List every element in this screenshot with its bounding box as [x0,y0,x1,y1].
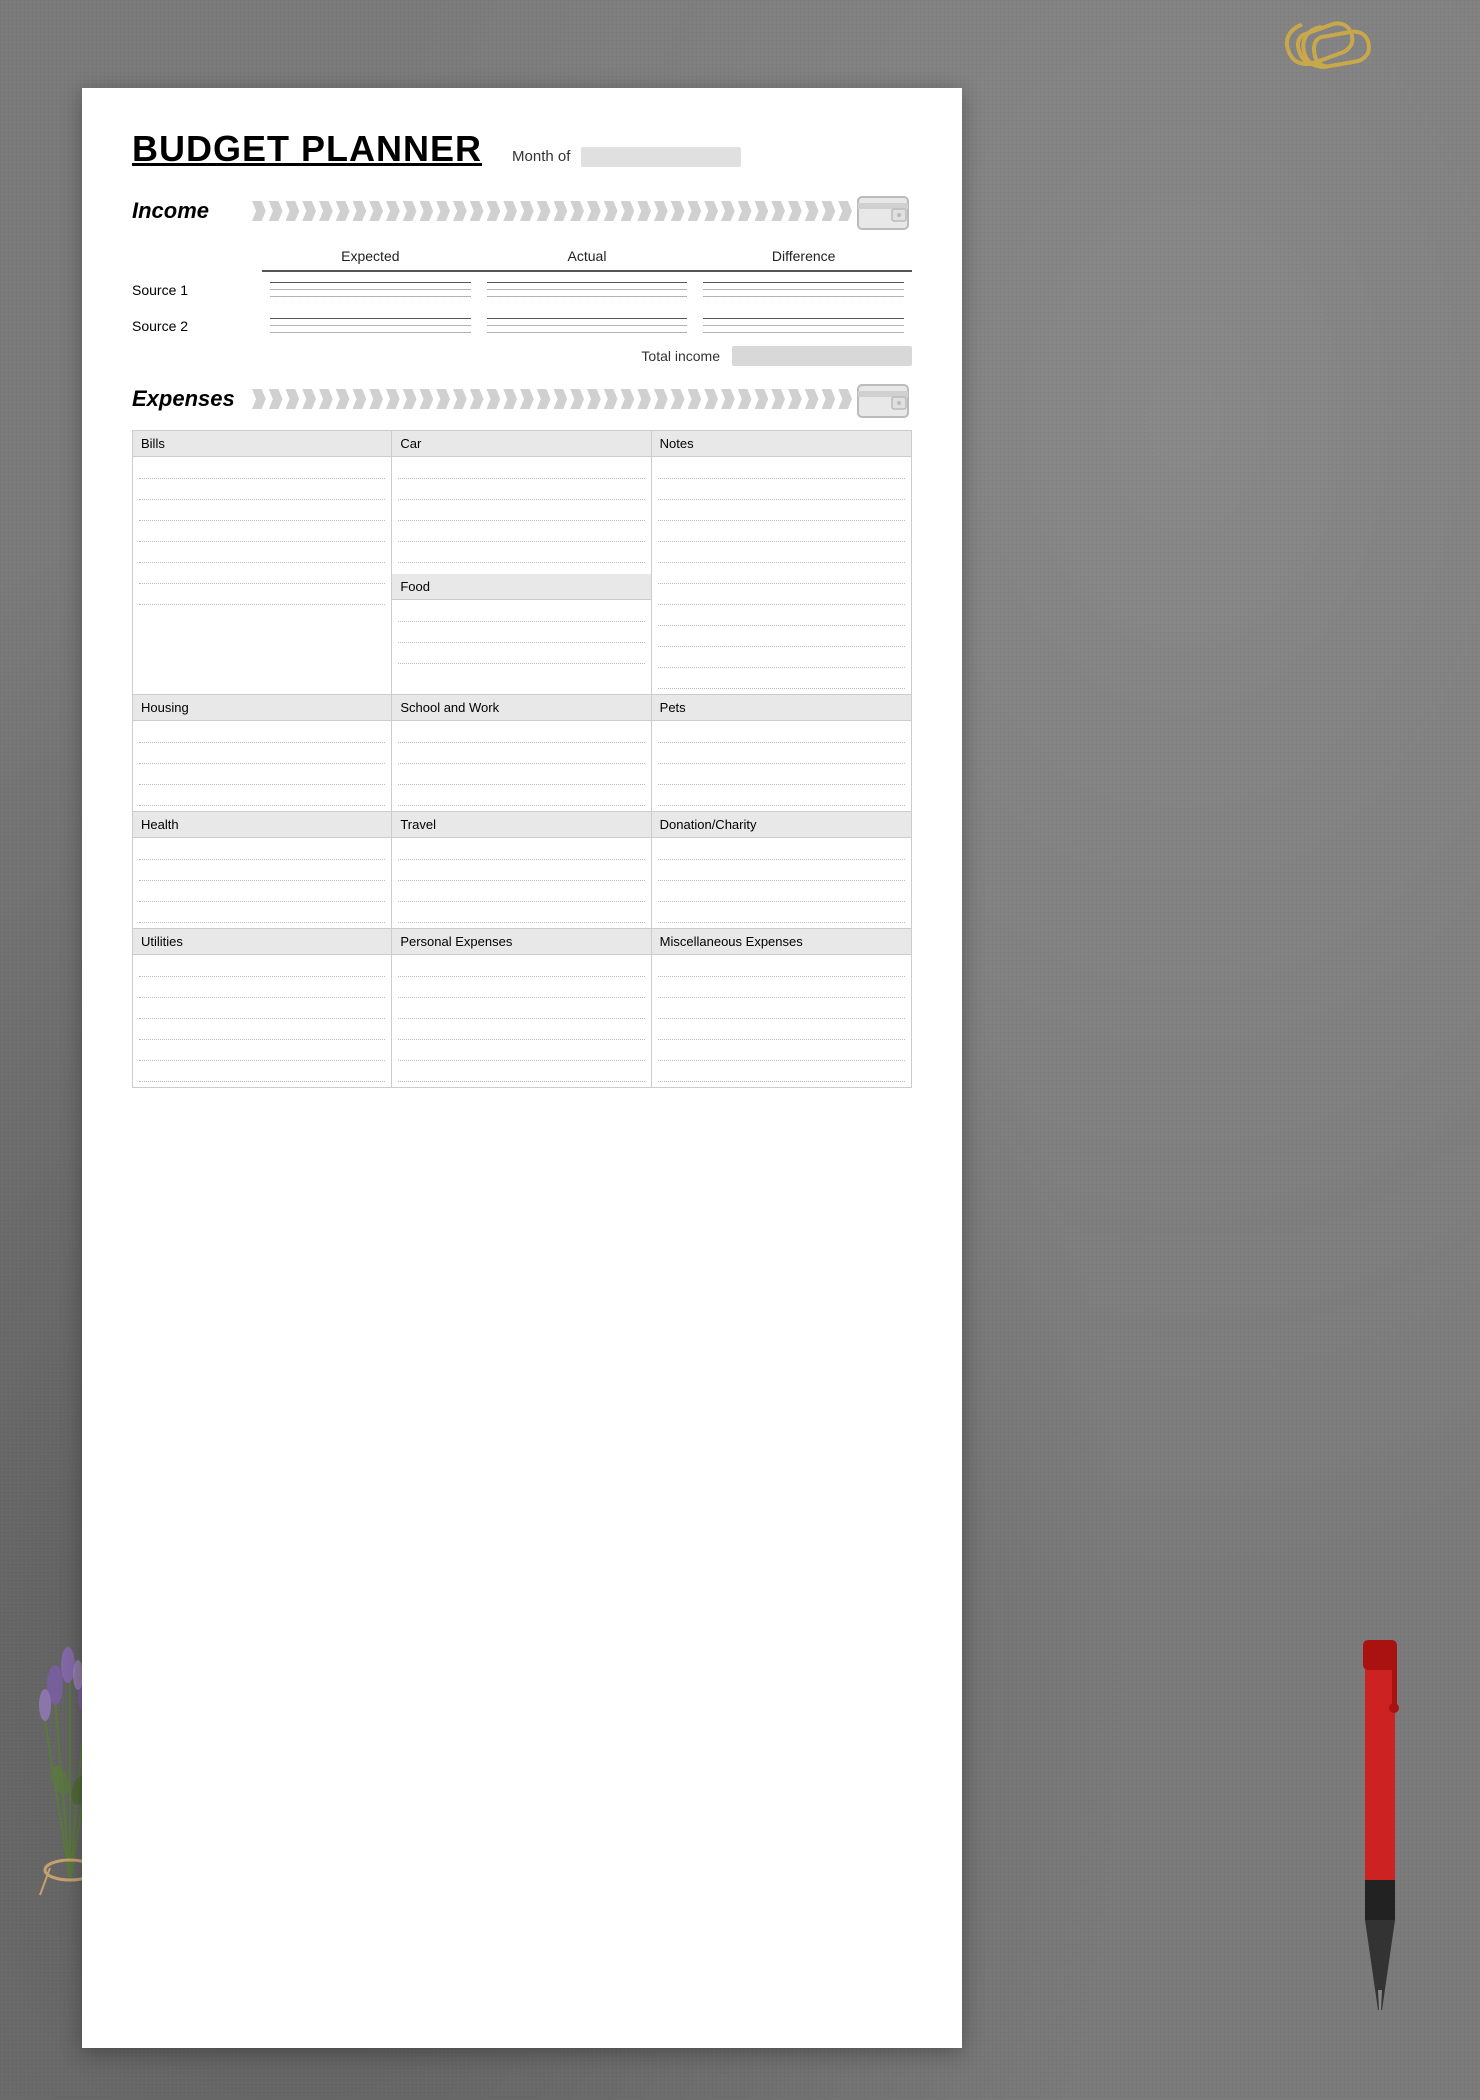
total-income-row: Total income [132,346,912,366]
personal-expenses-lines [392,955,650,1087]
total-income-label: Total income [641,348,720,364]
personal-expenses-title: Personal Expenses [392,929,650,955]
donation-title: Donation/Charity [652,812,911,838]
food-title: Food [392,574,650,600]
expected-header: Expected [262,242,479,272]
expenses-label: Expenses [132,386,245,412]
pets-category: Pets [652,695,911,811]
paper: BUDGET PLANNER Month of Income [82,88,962,2048]
source1-actual[interactable] [479,276,696,302]
header: BUDGET PLANNER Month of [132,128,912,170]
housing-category: Housing [133,695,392,811]
paperclip-decoration [1260,10,1380,90]
income-table: Expected Actual Difference Source 1 [132,242,912,366]
page-title: BUDGET PLANNER [132,128,482,170]
expense-row-2: Housing School and Work [132,695,912,812]
food-lines [392,600,650,669]
car-lines [392,457,650,568]
total-income-box[interactable] [732,346,912,366]
expenses-section-header: Expenses [132,386,912,412]
bills-lines [133,457,391,610]
actual-header: Actual [479,242,696,272]
school-work-category: School and Work [392,695,651,811]
school-work-title: School and Work [392,695,650,721]
car-category: Car Food [392,431,651,694]
source2-actual[interactable] [479,312,696,338]
donation-category: Donation/Charity [652,812,911,928]
utilities-lines [133,955,391,1087]
notes-category: Notes [652,431,911,694]
housing-title: Housing [133,695,391,721]
source1-difference[interactable] [695,276,912,302]
housing-lines [133,721,391,811]
misc-expenses-category: Miscellaneous Expenses [652,929,911,1087]
income-source2-row: Source 2 [132,312,912,338]
income-wallet-icon [856,189,912,233]
pen-decoration [1340,1640,1420,2020]
personal-expenses-category: Personal Expenses [392,929,651,1087]
expense-row-3: Health Travel Dona [132,812,912,929]
health-category: Health [133,812,392,928]
utilities-category: Utilities [133,929,392,1087]
source1-label: Source 1 [132,276,262,302]
donation-lines [652,838,911,928]
income-source1-row: Source 1 [132,276,912,302]
source2-label: Source 2 [132,312,262,338]
month-of-label: Month of [512,148,570,165]
pets-title: Pets [652,695,911,721]
pets-lines [652,721,911,811]
notes-title: Notes [652,431,911,457]
travel-title: Travel [392,812,650,838]
bills-category: Bills [133,431,392,694]
bills-title: Bills [133,431,391,457]
month-line [581,147,741,167]
income-section-header: Income [132,198,912,224]
source2-expected[interactable] [262,312,479,338]
expense-row-4: Utilities Personal Expenses [132,929,912,1088]
school-work-lines [392,721,650,811]
expenses-grid: Bills Car [132,430,912,1088]
month-of-section: Month of [512,147,741,167]
income-label: Income [132,198,219,224]
expenses-chevron-bg [252,385,852,413]
income-chevron-bg [252,197,852,225]
expense-row-1: Bills Car [132,430,912,695]
source1-expected[interactable] [262,276,479,302]
misc-expenses-title: Miscellaneous Expenses [652,929,911,955]
health-title: Health [133,812,391,838]
notes-lines [652,457,911,694]
misc-expenses-lines [652,955,911,1087]
difference-header: Difference [695,242,912,272]
travel-lines [392,838,650,928]
health-lines [133,838,391,928]
travel-category: Travel [392,812,651,928]
source2-difference[interactable] [695,312,912,338]
income-col-headers: Expected Actual Difference [132,242,912,272]
utilities-title: Utilities [133,929,391,955]
car-title: Car [392,431,650,457]
expenses-wallet-icon [856,377,912,421]
